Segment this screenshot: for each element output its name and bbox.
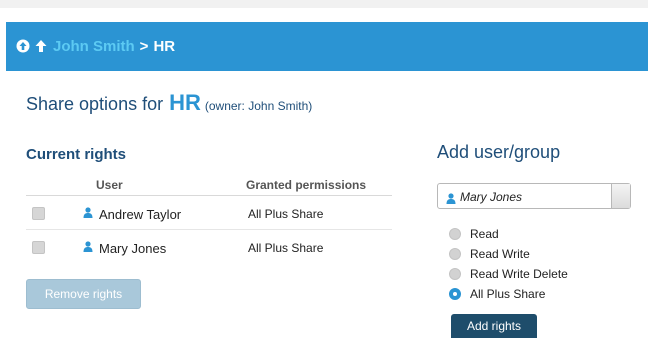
column-header-permissions: Granted permissions xyxy=(246,178,367,192)
share-owner: (owner: John Smith) xyxy=(204,99,313,113)
user-name: Andrew Taylor xyxy=(99,207,182,222)
header-bar: John Smith > HR xyxy=(6,22,648,71)
dropdown-button[interactable] xyxy=(611,184,630,208)
up-arrow-icon[interactable] xyxy=(35,39,47,53)
radio-option-read[interactable]: Read xyxy=(449,224,568,244)
row-checkbox[interactable] xyxy=(32,241,45,254)
radio-label: Read Write Delete xyxy=(470,267,568,281)
user-icon xyxy=(83,241,93,255)
user-icon xyxy=(83,207,93,221)
table-row: Mary Jones All Plus Share xyxy=(26,230,392,264)
current-rights-heading: Current rights xyxy=(26,146,127,163)
selected-user: Mary Jones xyxy=(460,190,523,204)
granted-permission: All Plus Share xyxy=(248,241,324,255)
radio-label: Read xyxy=(470,227,499,241)
radio-option-read-write-delete[interactable]: Read Write Delete xyxy=(449,264,568,284)
radio-option-all-plus-share[interactable]: All Plus Share xyxy=(449,284,568,304)
breadcrumb-separator: > xyxy=(139,37,149,55)
breadcrumb-current: HR xyxy=(153,37,176,55)
user-name: Mary Jones xyxy=(99,241,167,256)
table-header: User Granted permissions xyxy=(26,176,392,196)
add-rights-button[interactable]: Add rights xyxy=(451,314,537,338)
user-group-select[interactable]: Mary Jones xyxy=(437,183,631,209)
permission-radio-group: Read Read Write Read Write Delete All Pl… xyxy=(449,224,568,304)
radio-button-selected[interactable] xyxy=(449,288,461,300)
table-row: Andrew Taylor All Plus Share xyxy=(26,196,392,230)
breadcrumb: John Smith > HR xyxy=(16,36,175,56)
root-circle-arrow-icon[interactable] xyxy=(16,39,30,53)
radio-label: Read Write xyxy=(470,247,530,261)
remove-rights-button[interactable]: Remove rights xyxy=(26,279,141,309)
add-user-group-heading: Add user/group xyxy=(437,142,561,162)
radio-label: All Plus Share xyxy=(470,287,546,301)
top-strip xyxy=(0,0,648,8)
breadcrumb-parent-link[interactable]: John Smith xyxy=(53,38,135,55)
row-checkbox[interactable] xyxy=(32,207,45,220)
share-options-label: Share options for xyxy=(26,94,164,114)
granted-permission: All Plus Share xyxy=(248,207,324,221)
share-name: HR xyxy=(169,90,201,115)
page-title: Share options for HR (owner: John Smith) xyxy=(26,90,312,118)
user-icon xyxy=(446,191,456,209)
radio-button[interactable] xyxy=(449,248,461,260)
rights-table: User Granted permissions Andrew Taylor A… xyxy=(26,176,392,264)
radio-option-read-write[interactable]: Read Write xyxy=(449,244,568,264)
radio-button[interactable] xyxy=(449,268,461,280)
column-header-user: User xyxy=(96,178,123,192)
radio-button[interactable] xyxy=(449,228,461,240)
